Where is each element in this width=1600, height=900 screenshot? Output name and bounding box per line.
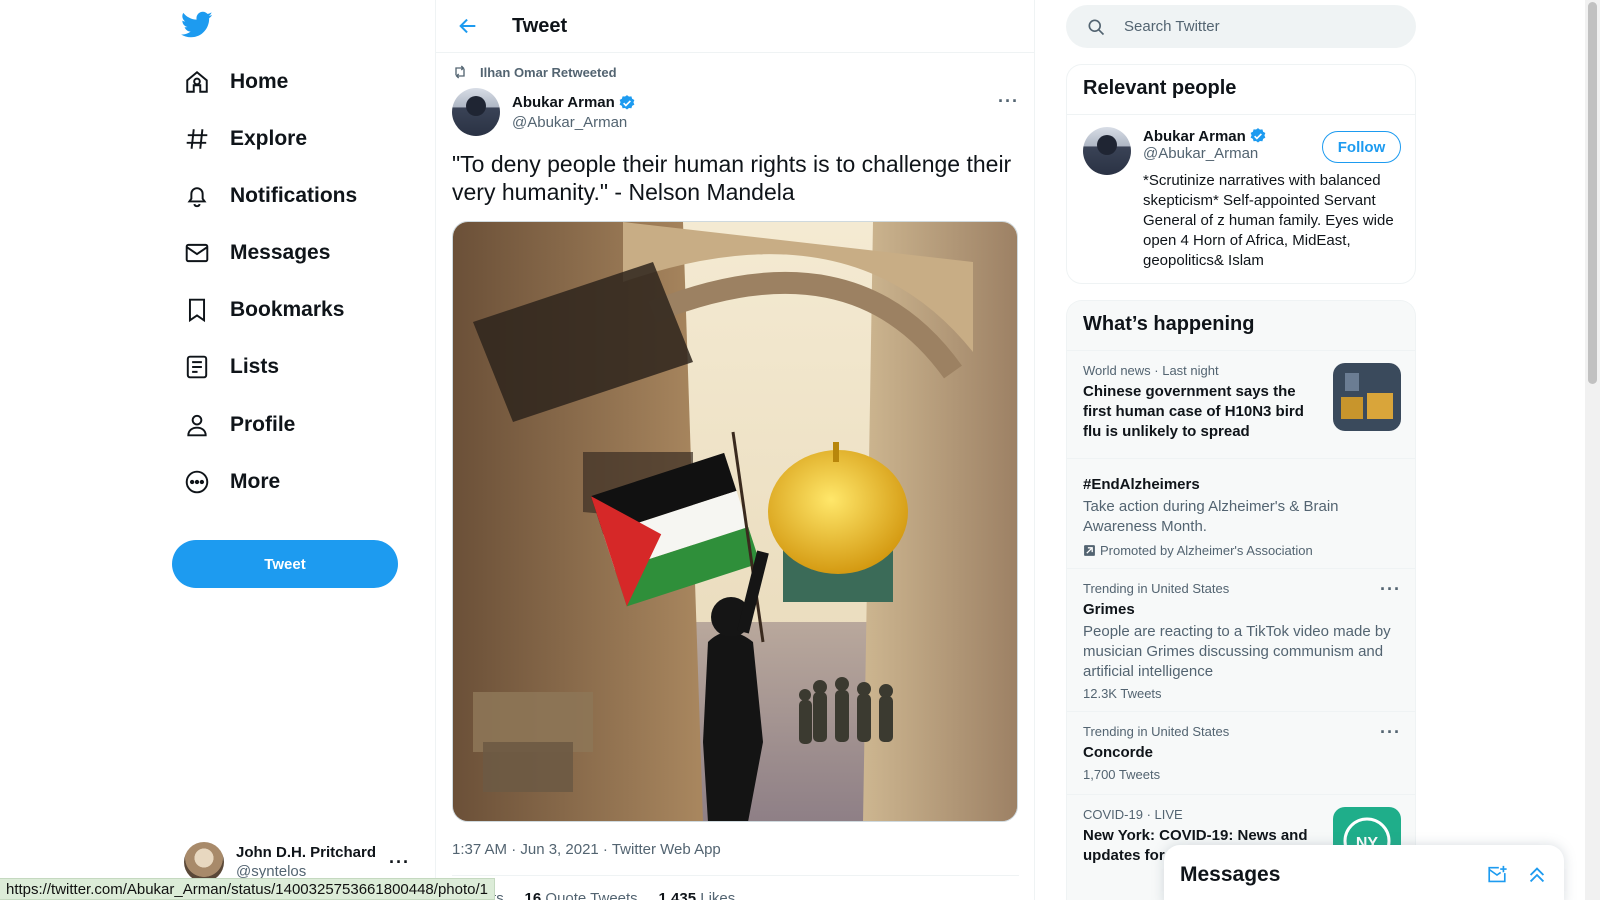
nav-more[interactable]: More (172, 457, 292, 507)
tweet-photo-image (453, 222, 1017, 821)
left-navigation: Home Explore Notifications Messages Book… (0, 0, 436, 900)
trend-item-promoted[interactable]: #EndAlzheimers Take action during Alzhei… (1067, 459, 1415, 569)
nav-notifications[interactable]: Notifications (172, 171, 369, 221)
account-name: John D.H. Pritchard (236, 844, 377, 861)
whats-happening-card: What’s happening World news · Last night… (1066, 300, 1416, 900)
new-message-icon[interactable] (1486, 864, 1508, 886)
verified-badge-icon (619, 94, 635, 110)
tweet-author: Abukar Arman @Abukar_Arman ··· (452, 88, 1019, 136)
browser-status-url: https://twitter.com/Abukar_Arman/status/… (0, 878, 495, 900)
page-header: Tweet (436, 0, 1034, 53)
tweet-button[interactable]: Tweet (172, 540, 398, 588)
likes-label[interactable]: Likes (700, 890, 735, 900)
tweet-photo[interactable] (452, 221, 1018, 822)
right-sidebar: Relevant people Abukar Arman @Abukar_Arm… (1066, 0, 1416, 900)
back-button[interactable] (450, 8, 486, 44)
messages-drawer[interactable]: Messages (1164, 845, 1564, 900)
trend-title: Concorde (1083, 744, 1154, 761)
person-icon (187, 414, 207, 437)
nav-messages-label: Messages (230, 241, 331, 264)
whats-happening-title: What’s happening (1067, 301, 1415, 351)
envelope-icon (185, 243, 209, 263)
relevant-person-name[interactable]: Abukar Arman (1143, 128, 1246, 145)
nav-profile-label: Profile (230, 413, 296, 436)
trend-count: 12.3K Tweets (1083, 686, 1162, 701)
nav-bookmarks-label: Bookmarks (230, 298, 345, 321)
search-icon (1088, 19, 1105, 35)
nav-notifications-label: Notifications (230, 184, 358, 207)
trend-context: Trending in United States (1083, 581, 1230, 596)
bookmark-icon (188, 298, 206, 323)
retweet-icon (455, 65, 465, 79)
tweet-timestamp[interactable]: 1:37 AM · Jun 3, 2021 · Twitter Web App (452, 841, 721, 858)
author-handle[interactable]: @Abukar_Arman (512, 114, 636, 131)
trend-thumbnail (1333, 363, 1401, 431)
relevant-people-title: Relevant people (1067, 65, 1415, 115)
follow-button[interactable]: Follow (1322, 131, 1401, 163)
trend-item[interactable]: Trending in United States Concorde 1,700… (1067, 712, 1415, 795)
back-arrow-icon (459, 18, 476, 34)
avatar (184, 842, 224, 882)
trend-context: Trending in United States (1083, 724, 1230, 739)
nav-lists-label: Lists (230, 355, 280, 378)
nav-explore-label: Explore (230, 127, 308, 150)
retweet-context[interactable]: Ilhan Omar Retweeted (452, 64, 617, 80)
more-circle-icon (185, 470, 209, 494)
nav-more-label: More (230, 470, 281, 493)
retweeted-by-label: Ilhan Omar Retweeted (480, 64, 617, 80)
main-column: Tweet Ilhan Omar Retweeted Abukar Arman … (436, 0, 1035, 900)
trend-title: #EndAlzheimers (1083, 476, 1200, 493)
promoted-by-text: Promoted by Alzheimer's Association (1100, 543, 1313, 558)
nav-home-label: Home (230, 70, 289, 93)
relevant-people-card: Relevant people Abukar Arman @Abukar_Arm… (1066, 64, 1416, 284)
trend-item[interactable]: Trending in United States Grimes People … (1067, 569, 1415, 712)
trend-more-icon[interactable]: ··· (1380, 579, 1401, 600)
hashtag-icon (186, 129, 208, 149)
home-icon (186, 70, 208, 93)
nav-lists[interactable]: Lists (172, 342, 291, 392)
nav-profile[interactable]: Profile (172, 400, 307, 450)
page-scrollbar[interactable] (1585, 0, 1600, 900)
page-title: Tweet (512, 14, 568, 37)
trend-description: People are reacting to a TikTok video ma… (1083, 623, 1391, 680)
quote-label[interactable]: Quote Tweets (545, 890, 637, 900)
tweet-text: "To deny people their human rights is to… (452, 151, 1012, 205)
avatar[interactable] (452, 88, 500, 136)
scrollbar-thumb[interactable] (1588, 2, 1597, 384)
account-menu-icon[interactable]: ··· (389, 852, 410, 873)
trend-item[interactable]: World news · Last night Chinese governme… (1067, 351, 1415, 459)
nav-home[interactable]: Home (172, 57, 300, 107)
tweet-more-icon[interactable]: ··· (998, 91, 1019, 112)
divider (452, 875, 1019, 876)
nav-bookmarks[interactable]: Bookmarks (172, 285, 356, 335)
twitter-logo-icon[interactable] (181, 11, 213, 39)
bell-icon (187, 187, 207, 208)
search-box[interactable] (1066, 5, 1416, 48)
search-input[interactable] (1124, 18, 1374, 35)
trend-more-icon[interactable]: ··· (1380, 722, 1401, 743)
trend-count: 1,700 Tweets (1083, 767, 1161, 782)
author-name[interactable]: Abukar Arman (512, 94, 615, 111)
promoted-label: Promoted by Alzheimer's Association (1083, 543, 1401, 558)
avatar[interactable] (1083, 127, 1131, 175)
expand-chevron-icon[interactable] (1526, 864, 1548, 886)
verified-badge-icon (1250, 128, 1266, 143)
list-icon (186, 355, 208, 379)
promoted-icon (1084, 545, 1095, 556)
relevant-person-bio: *Scrutinize narratives with balanced ske… (1143, 172, 1394, 269)
trend-title: Grimes (1083, 601, 1135, 618)
nav-messages[interactable]: Messages (172, 228, 342, 278)
relevant-person-handle[interactable]: @Abukar_Arman (1143, 145, 1258, 162)
likes-count[interactable]: 1,435 (659, 890, 697, 900)
messages-drawer-title: Messages (1180, 863, 1281, 886)
trend-description: Take action during Alzheimer's & Brain A… (1083, 498, 1339, 535)
nav-explore[interactable]: Explore (172, 114, 319, 164)
quote-count[interactable]: 16 (525, 890, 542, 900)
trend-title: Chinese government says the first human … (1083, 383, 1304, 440)
